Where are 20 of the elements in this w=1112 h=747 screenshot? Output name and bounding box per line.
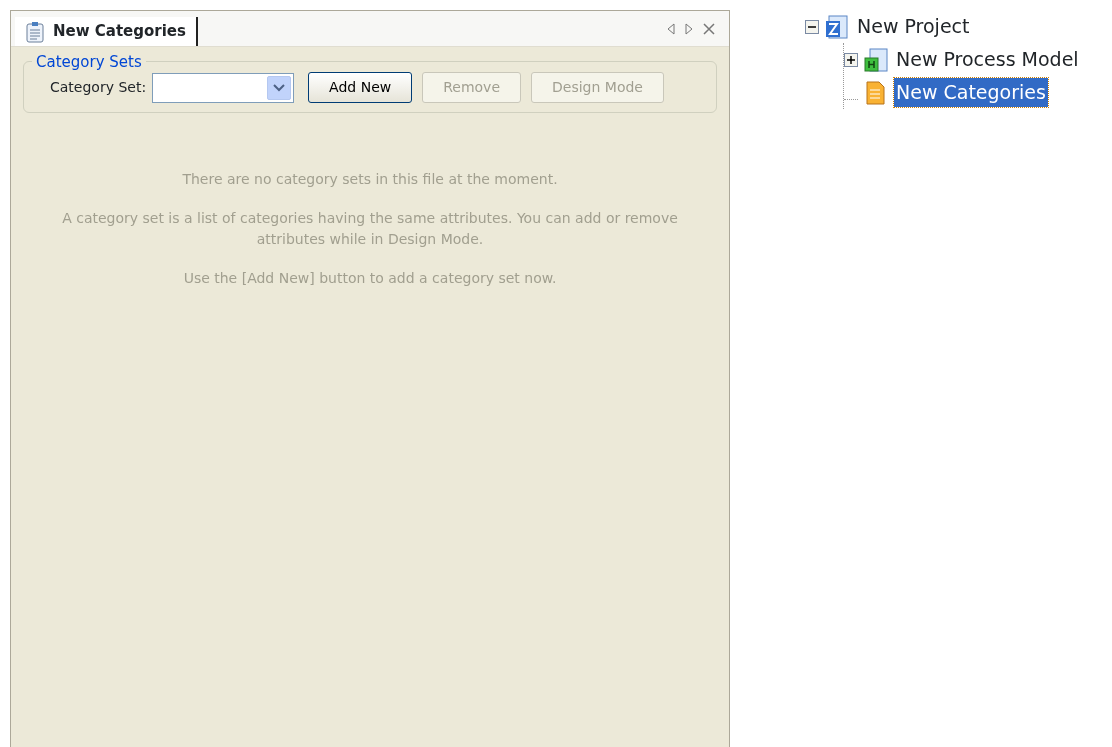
tree-item[interactable]: New Project <box>855 12 972 41</box>
expand-icon[interactable] <box>844 52 858 67</box>
tab[interactable]: New Categories <box>15 17 198 46</box>
left-arrow-icon[interactable] <box>667 22 675 35</box>
collapse-icon[interactable] <box>805 19 819 34</box>
dropdown-field[interactable] <box>152 72 295 103</box>
document-icon <box>25 20 45 43</box>
tree-item[interactable]: New Process Model <box>894 45 1081 74</box>
field-label: Category Set: <box>50 78 147 97</box>
tree-item[interactable]: New Categories <box>894 78 1048 107</box>
action-button[interactable]: Add New <box>308 72 413 103</box>
info-text: Use the [Add New] button to add a category set now. <box>182 269 558 288</box>
note-icon <box>864 80 888 105</box>
info-text: There are no category sets in this file at the moment. <box>181 170 559 189</box>
file-icon <box>864 47 888 72</box>
chevron-down-icon <box>273 83 286 92</box>
file-icon <box>825 14 849 39</box>
info-text: A category set is a list of categories having the same attributes. You can add or remove attributes while in Design Mode. <box>61 209 679 249</box>
right-arrow-icon[interactable] <box>685 22 693 35</box>
close-icon[interactable] <box>703 22 715 35</box>
